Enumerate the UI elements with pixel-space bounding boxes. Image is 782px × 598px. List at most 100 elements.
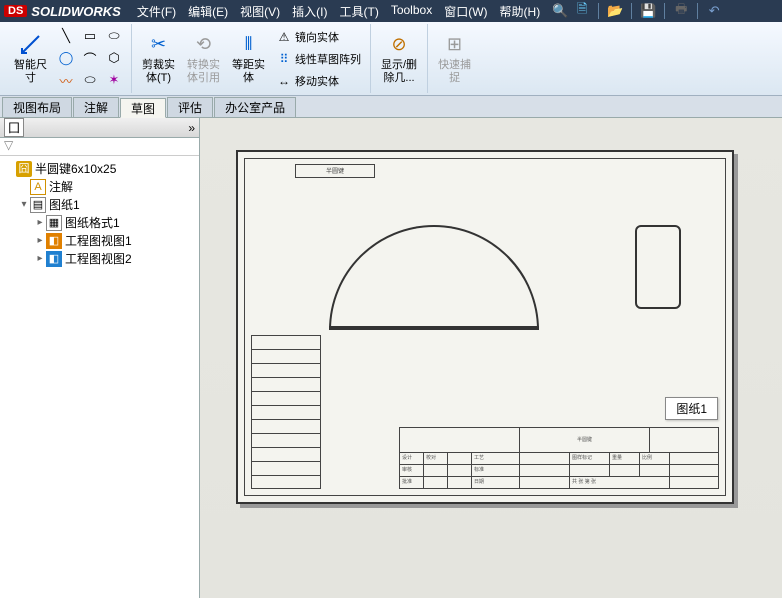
- offset-button[interactable]: ⫴ 等距实 体: [228, 26, 269, 91]
- brand-name: SOLIDWORKS: [31, 4, 121, 19]
- workspace: 囗 » ▽ 囧 半圆键6x10x25 A 注解 ▾ ▤ 图纸1 ▸ ▦: [0, 118, 782, 598]
- drawing-doc-icon: 囧: [16, 161, 32, 177]
- show-hide-button[interactable]: ⊘ 显示/删 除几...: [377, 26, 421, 91]
- move-button[interactable]: ↔移动实体: [273, 70, 364, 91]
- open-icon[interactable]: 📂: [607, 3, 623, 19]
- convert-icon: ⟲: [192, 33, 216, 57]
- tb-cell: [448, 476, 472, 488]
- new-doc-icon[interactable]: 🗎: [574, 3, 590, 19]
- rev-row: [251, 391, 321, 405]
- rev-row: [251, 433, 321, 447]
- menu-view[interactable]: 视图(V): [234, 3, 286, 20]
- separator: [697, 3, 698, 19]
- circle-icon[interactable]: ◯: [55, 48, 77, 68]
- rect-key-view[interactable]: [635, 225, 681, 309]
- tb-cell: [448, 452, 472, 464]
- mirror-button[interactable]: ⚠镜向实体: [273, 26, 364, 47]
- twist-icon[interactable]: ▾: [18, 196, 30, 214]
- tb-cell: 日期: [472, 476, 520, 488]
- smart-dimension-label: 智能尺 寸: [14, 59, 47, 85]
- filter-bar[interactable]: ▽: [0, 138, 199, 156]
- rev-row: [251, 405, 321, 419]
- drawing-canvas[interactable]: 半圆键 半圆键: [200, 118, 782, 598]
- spline-icon[interactable]: 〰: [55, 70, 77, 90]
- twist-icon[interactable]: ▸: [34, 250, 46, 268]
- tb-cell: [448, 464, 472, 476]
- ribbon-group-snap: ⊞ 快速捕 捉: [428, 24, 481, 93]
- smart-dimension-icon: [19, 33, 43, 57]
- quick-snap-button: ⊞ 快速捕 捉: [434, 26, 475, 91]
- tb-part-name: 半圆键: [520, 428, 650, 452]
- rectangle-icon[interactable]: ▭: [79, 26, 101, 46]
- linear-pattern-label: 线性草图阵列: [295, 51, 361, 67]
- title-bar: DS SOLIDWORKS 文件(F) 编辑(E) 视图(V) 插入(I) 工具…: [0, 0, 782, 22]
- tb-cell: [640, 464, 670, 476]
- menu-insert[interactable]: 插入(I): [286, 3, 333, 20]
- tb-cell: [400, 428, 520, 452]
- rev-row: [251, 461, 321, 475]
- tree-root[interactable]: 囧 半圆键6x10x25: [2, 160, 197, 178]
- move-icon: ↔: [276, 73, 292, 89]
- menu-tools[interactable]: 工具(T): [334, 3, 385, 20]
- half-round-key-view[interactable]: [329, 225, 539, 330]
- rev-row: [251, 377, 321, 391]
- move-label: 移动实体: [295, 73, 339, 89]
- show-hide-icon: ⊘: [387, 33, 411, 57]
- tab-evaluate[interactable]: 评估: [167, 97, 213, 117]
- ribbon-group-dimension: 智能尺 寸 ╲ ▭ ⬭ ◯ ⌒ ⬡ 〰 ⬭ ✶: [4, 24, 132, 93]
- twist-icon[interactable]: ▸: [34, 214, 46, 232]
- tree-sheet-format[interactable]: ▸ ▦ 图纸格式1: [2, 214, 197, 232]
- panel-tab-icon[interactable]: 囗: [4, 118, 24, 137]
- slot-icon[interactable]: ⬭: [103, 26, 125, 46]
- ribbon-tabs: 视图布局 注解 草图 评估 办公室产品: [0, 96, 782, 118]
- linear-pattern-button[interactable]: ⠿线性草图阵列: [273, 48, 364, 69]
- menu-help[interactable]: 帮助(H): [494, 3, 547, 20]
- line-icon[interactable]: ╲: [55, 26, 77, 46]
- tree-drawing-view-1[interactable]: ▸ ◧ 工程图视图1: [2, 232, 197, 250]
- menu-window[interactable]: 窗口(W): [438, 3, 493, 20]
- search-icon[interactable]: 🔍: [552, 3, 568, 19]
- tree-drawing-view-2[interactable]: ▸ ◧ 工程图视图2: [2, 250, 197, 268]
- smart-dimension-button[interactable]: 智能尺 寸: [10, 26, 51, 91]
- tab-sketch[interactable]: 草图: [120, 98, 166, 118]
- tab-view-layout[interactable]: 视图布局: [2, 97, 72, 117]
- panel-expand-icon[interactable]: »: [188, 121, 195, 135]
- trim-button[interactable]: ✂ 剪裁实 体(T): [138, 26, 179, 91]
- rev-row: [251, 349, 321, 363]
- tb-cell: [670, 464, 718, 476]
- tab-annotation[interactable]: 注解: [73, 97, 119, 117]
- rev-row: [251, 447, 321, 461]
- tree-annotations-label: 注解: [49, 178, 73, 196]
- save-icon[interactable]: 💾: [640, 3, 656, 19]
- menu-file[interactable]: 文件(F): [131, 3, 182, 20]
- tab-office[interactable]: 办公室产品: [214, 97, 296, 117]
- sheet-badge[interactable]: 图纸1: [665, 397, 718, 420]
- tree-annotations[interactable]: A 注解: [2, 178, 197, 196]
- mirror-label: 镜向实体: [295, 29, 339, 45]
- tb-cell: [570, 464, 610, 476]
- tb-cell: [650, 428, 718, 452]
- menu-bar: 文件(F) 编辑(E) 视图(V) 插入(I) 工具(T) Toolbox 窗口…: [131, 3, 546, 20]
- polygon-icon[interactable]: ⬡: [103, 48, 125, 68]
- menu-edit[interactable]: 编辑(E): [182, 3, 234, 20]
- pattern-buttons: ⚠镜向实体 ⠿线性草图阵列 ↔移动实体: [273, 26, 364, 91]
- tree-drawing-view-1-label: 工程图视图1: [65, 232, 132, 250]
- convert-button: ⟲ 转换实 体引用: [183, 26, 224, 91]
- tree-sheet[interactable]: ▾ ▤ 图纸1: [2, 196, 197, 214]
- tb-cell: 工艺: [472, 452, 520, 464]
- twist-icon[interactable]: ▸: [34, 232, 46, 250]
- ribbon-group-display: ⊘ 显示/删 除几...: [371, 24, 428, 93]
- undo-icon[interactable]: ↶: [706, 3, 722, 19]
- print-icon[interactable]: 🖶: [673, 3, 689, 19]
- menu-toolbox[interactable]: Toolbox: [385, 3, 438, 20]
- linear-pattern-icon: ⠿: [276, 51, 292, 67]
- tb-cell: 校对: [424, 452, 448, 464]
- brand-logo: DS: [4, 5, 27, 17]
- filter-icon: ▽: [4, 138, 13, 152]
- sheet-inner-frame: 半圆键 半圆键: [244, 158, 726, 496]
- arc-icon[interactable]: ⌒: [79, 48, 101, 68]
- tb-cell: 设计: [400, 452, 424, 464]
- point-icon[interactable]: ✶: [103, 70, 125, 90]
- revision-table: [251, 335, 321, 489]
- ellipse-icon[interactable]: ⬭: [79, 70, 101, 90]
